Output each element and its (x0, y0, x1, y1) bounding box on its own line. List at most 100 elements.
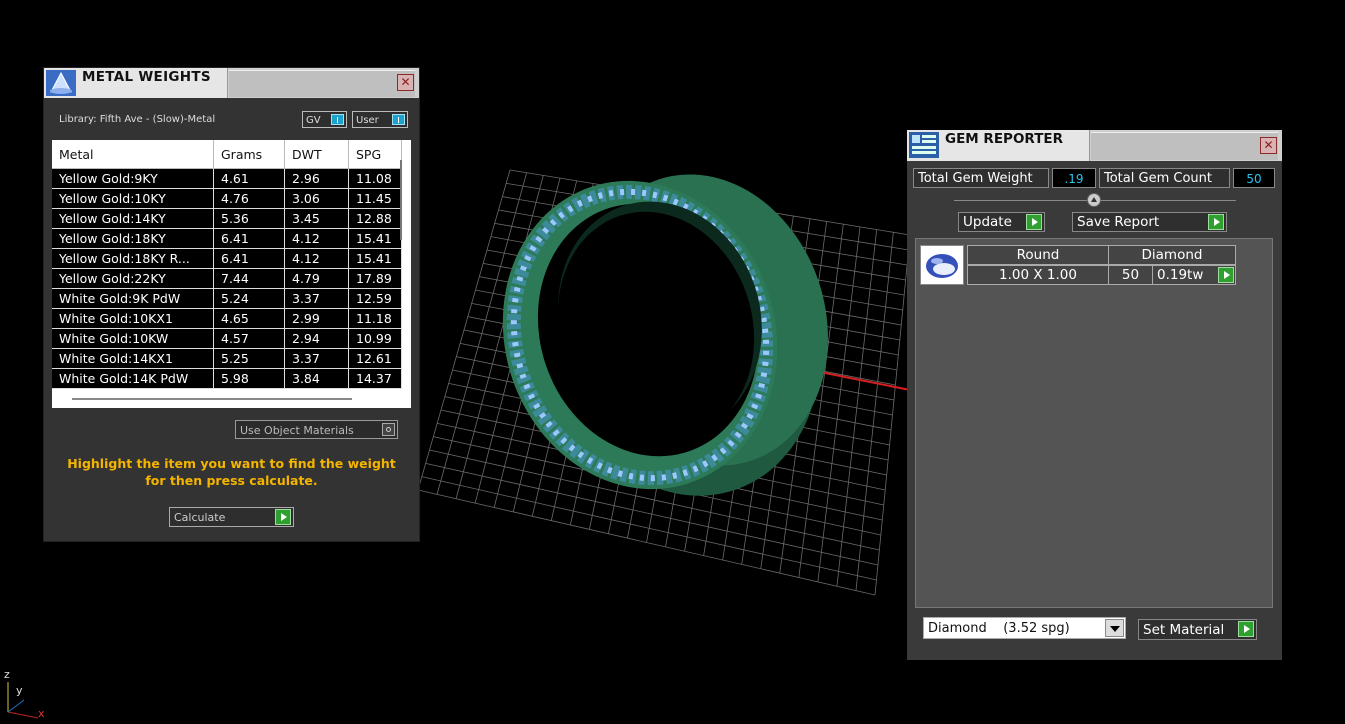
table-row[interactable]: Yellow Gold:9KY 4.61 2.96 11.08 (52, 168, 402, 189)
instruction-text: Highlight the item you want to find the … (67, 456, 396, 488)
material-select[interactable]: Diamond (3.52 spg) (923, 617, 1126, 639)
grams-value: 4.76 (213, 188, 285, 209)
table-row[interactable]: White Gold:9K PdW 5.24 3.37 12.59 (52, 288, 402, 309)
spg-value: 12.61 (348, 348, 402, 369)
spg-value: 11.45 (348, 188, 402, 209)
gem-reporter-title: GEM REPORTER (945, 131, 1064, 147)
gem-shape: Round (967, 245, 1109, 265)
table-row[interactable]: White Gold:14KX1 5.25 3.37 12.61 (52, 348, 402, 369)
gem-reporter-icon (909, 132, 939, 158)
column-header-metal[interactable]: Metal (52, 140, 214, 169)
grams-value: 5.98 (213, 368, 285, 389)
grams-value: 6.41 (213, 248, 285, 269)
metal-name: Yellow Gold:18KY R... (52, 248, 214, 269)
metal-name: White Gold:14KX1 (52, 348, 214, 369)
metal-weights-title: METAL WEIGHTS (82, 69, 211, 85)
play-arrow-icon (275, 509, 291, 525)
gem-material: Diamond (1108, 245, 1236, 265)
spg-value: 15.41 (348, 248, 402, 269)
table-horizontal-scrollbar[interactable] (72, 398, 352, 400)
update-label: Update (963, 214, 1012, 230)
gem-reporter-close-button[interactable]: ✕ (1260, 137, 1277, 154)
metal-weights-close-button[interactable]: ✕ (397, 74, 414, 91)
grams-value: 5.24 (213, 288, 285, 309)
dwt-value: 3.45 (284, 208, 349, 229)
table-row[interactable]: Yellow Gold:10KY 4.76 3.06 11.45 (52, 188, 402, 209)
dwt-value: 4.12 (284, 228, 349, 249)
table-row[interactable]: Yellow Gold:14KY 5.36 3.45 12.88 (52, 208, 402, 229)
table-vertical-scrollbar[interactable] (400, 160, 402, 240)
play-arrow-icon (1026, 214, 1042, 230)
table-row[interactable]: Yellow Gold:18KY 6.41 4.12 15.41 (52, 228, 402, 249)
user-toggle-label: User (356, 115, 379, 126)
metal-name: Yellow Gold:14KY (52, 208, 214, 229)
calculate-button[interactable]: Calculate (169, 507, 294, 527)
spg-value: 15.41 (348, 228, 402, 249)
play-arrow-icon (1218, 267, 1234, 283)
save-report-button[interactable]: Save Report (1072, 212, 1227, 232)
grams-value: 4.65 (213, 308, 285, 329)
grams-value: 4.61 (213, 168, 285, 189)
play-arrow-icon (1238, 621, 1254, 637)
metal-name: Yellow Gold:18KY (52, 228, 214, 249)
library-label: Library: Fifth Ave - (Slow)-Metal (59, 114, 216, 125)
dwt-value: 4.79 (284, 268, 349, 289)
total-gem-count-value: 50 (1233, 168, 1275, 188)
gem-reporter-titlebar[interactable]: GEM REPORTER ✕ (907, 130, 1282, 161)
spg-value: 17.89 (348, 268, 402, 289)
grams-value: 4.57 (213, 328, 285, 349)
spg-value: 12.88 (348, 208, 402, 229)
set-material-label: Set Material (1143, 622, 1225, 638)
grams-value: 5.25 (213, 348, 285, 369)
table-row[interactable]: White Gold:10KX1 4.65 2.99 11.18 (52, 308, 402, 329)
gem-list[interactable]: Round Diamond 1.00 X 1.00 50 0.19tw (915, 238, 1273, 608)
metal-weights-panel: METAL WEIGHTS ✕ Library: Fifth Ave - (Sl… (44, 68, 419, 541)
gem-size: 1.00 X 1.00 (967, 265, 1109, 285)
grams-value: 7.44 (213, 268, 285, 289)
column-header-spg[interactable]: SPG (348, 140, 402, 169)
gem-reporter-panel: GEM REPORTER ✕ Total Gem Weight .19 Tota… (907, 130, 1282, 660)
spg-value: 14.37 (348, 368, 402, 389)
metal-name: White Gold:10KW (52, 328, 214, 349)
table-row[interactable]: Yellow Gold:22KY 7.44 4.79 17.89 (52, 268, 402, 289)
user-toggle[interactable]: User (352, 111, 408, 128)
spg-value: 11.08 (348, 168, 402, 189)
gv-toggle[interactable]: GV (302, 111, 347, 128)
gem-weight[interactable]: 0.19tw (1152, 265, 1236, 285)
total-gem-weight-value: .19 (1052, 168, 1096, 188)
metal-weights-icon (46, 70, 76, 96)
column-header-dwt[interactable]: DWT (284, 140, 349, 169)
metal-table[interactable]: Metal Grams DWT SPG Yellow Gold:9KY 4.61 2… (52, 140, 411, 408)
metal-name: White Gold:9K PdW (52, 288, 214, 309)
material-select-value: Diamond (3.52 spg) (928, 621, 1070, 636)
chevron-down-icon[interactable] (1105, 619, 1124, 637)
spg-value: 10.99 (348, 328, 402, 349)
collapse-arrow-icon[interactable] (1087, 193, 1101, 207)
set-material-button[interactable]: Set Material (1138, 619, 1257, 640)
total-gem-weight-label: Total Gem Weight (913, 168, 1049, 188)
metal-name: Yellow Gold:22KY (52, 268, 214, 289)
metal-weights-titlebar[interactable]: METAL WEIGHTS ✕ (44, 68, 419, 98)
table-row[interactable]: White Gold:10KW 4.57 2.94 10.99 (52, 328, 402, 349)
gem-count: 50 (1108, 265, 1153, 285)
play-arrow-icon (1208, 214, 1224, 230)
metal-name: White Gold:14K PdW (52, 368, 214, 389)
dwt-value: 2.94 (284, 328, 349, 349)
use-object-materials-label: Use Object Materials (240, 424, 354, 437)
dwt-value: 2.96 (284, 168, 349, 189)
spg-value: 12.59 (348, 288, 402, 309)
gv-toggle-label: GV (306, 115, 321, 126)
dwt-value: 2.99 (284, 308, 349, 329)
update-button[interactable]: Update (958, 212, 1045, 232)
column-header-grams[interactable]: Grams (213, 140, 285, 169)
table-row[interactable]: White Gold:14K PdW 5.98 3.84 14.37 (52, 368, 402, 389)
table-row[interactable]: Yellow Gold:18KY R... 6.41 4.12 15.41 (52, 248, 402, 269)
metal-name: Yellow Gold:9KY (52, 168, 214, 189)
spg-value: 11.18 (348, 308, 402, 329)
round-gem-thumbnail-icon[interactable] (920, 245, 964, 285)
metal-name: White Gold:10KX1 (52, 308, 214, 329)
use-object-materials-checkbox[interactable]: Use Object Materials (235, 420, 398, 439)
grams-value: 6.41 (213, 228, 285, 249)
dwt-value: 4.12 (284, 248, 349, 269)
save-report-label: Save Report (1077, 214, 1160, 230)
